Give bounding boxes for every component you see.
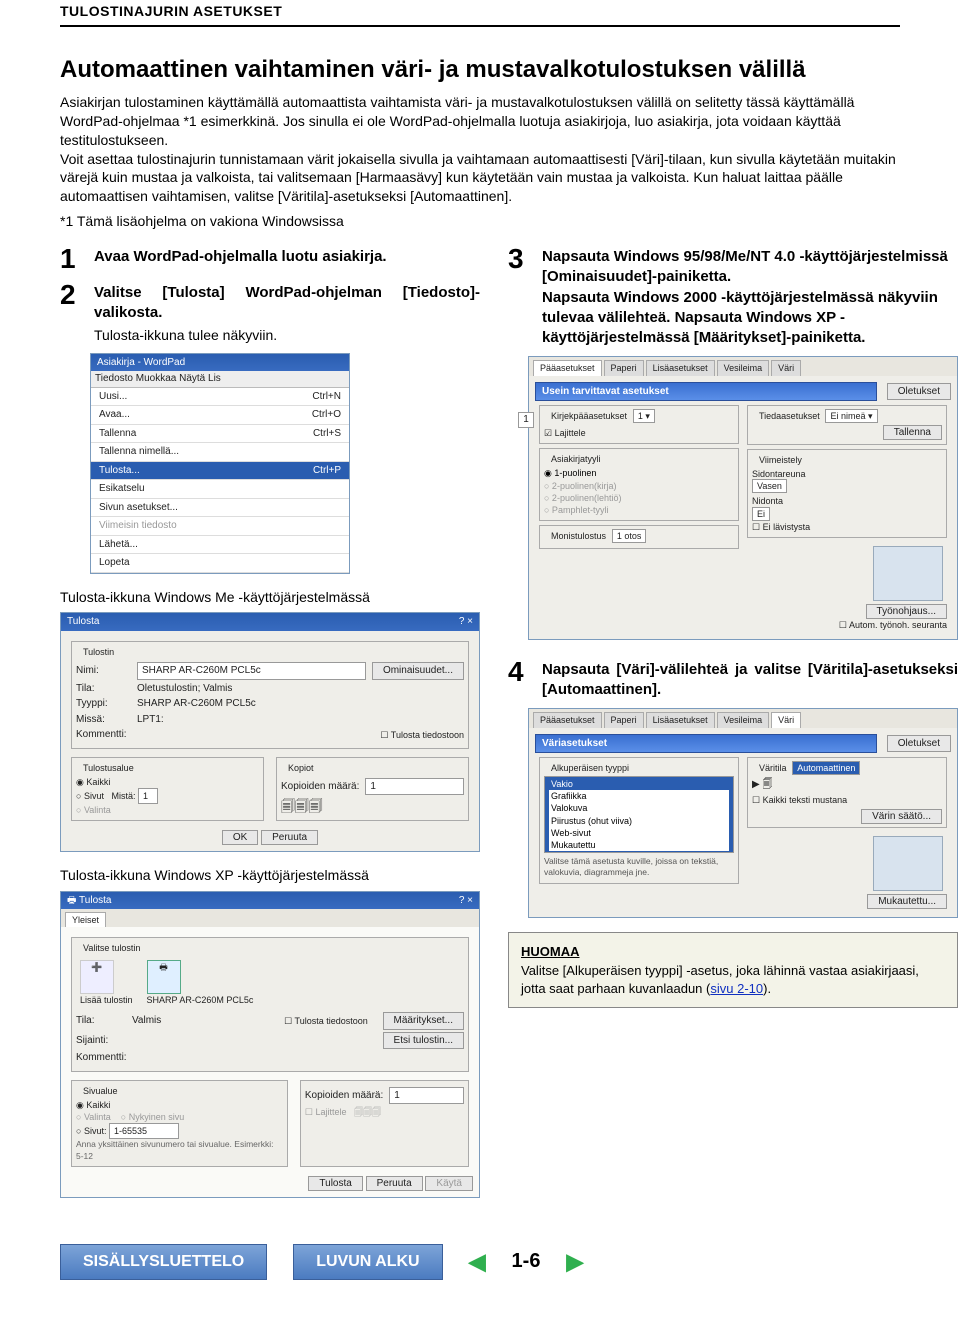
print-button[interactable]: Tulosta xyxy=(308,1176,362,1191)
apply-button[interactable]: Käytä xyxy=(425,1176,473,1191)
footnote: *1 Tämä lisäohjelma on vakiona Windowsis… xyxy=(60,212,900,231)
step-3-text: Napsauta Windows 95/98/Me/NT 4.0 -käyttö… xyxy=(542,247,958,348)
step-3: 3 Napsauta Windows 95/98/Me/NT 4.0 -käyt… xyxy=(508,245,958,348)
tab[interactable]: Lisäasetukset xyxy=(646,360,715,375)
step-number: 3 xyxy=(508,245,532,348)
page-number: 1-6 xyxy=(512,1248,541,1275)
bottom-nav: SISÄLLYSLUETTELO LUVUN ALKU ◀ 1-6 ▶ xyxy=(0,1240,960,1288)
copies-select[interactable]: 1 ▾ xyxy=(633,409,655,423)
dialog-title: 🖶 Tulosta? × xyxy=(61,892,479,910)
step-1-text: Avaa WordPad-ohjelmalla luotu asiakirja. xyxy=(94,247,480,267)
note-link[interactable]: sivu 2-10 xyxy=(710,981,763,996)
step-number: 4 xyxy=(508,658,532,701)
printer-properties-main: PääasetuksetPaperiLisäasetuksetVesileima… xyxy=(528,356,958,639)
tab[interactable]: Paperi xyxy=(604,360,644,375)
tab[interactable]: Pääasetukset xyxy=(533,360,602,375)
step-2-sub: Tulosta-ikkuna tulee näkyviin. xyxy=(94,326,480,345)
step-number: 1 xyxy=(60,245,84,273)
step-2-text: Valitse [Tulosta] WordPad-ohjelman [Tied… xyxy=(94,283,480,324)
menu-item[interactable]: Uusi...Ctrl+N xyxy=(91,388,349,407)
menu-item[interactable]: Esikatselu xyxy=(91,480,349,499)
properties-button[interactable]: Ominaisuudet... xyxy=(372,662,464,680)
profile-select[interactable]: Ei nimeä ▾ xyxy=(825,409,877,423)
color-adjust-button[interactable]: Värin säätö... xyxy=(861,809,942,824)
step-2: 2 Valitse [Tulosta] WordPad-ohjelman [Ti… xyxy=(60,281,480,344)
step-number: 2 xyxy=(60,281,84,344)
find-printer-button[interactable]: Etsi tulostin... xyxy=(383,1032,464,1050)
note-box: HUOMAA Valitse [Alkuperäisen tyyppi] -as… xyxy=(508,932,958,1009)
tab[interactable]: Paperi xyxy=(604,712,644,727)
defaults-button[interactable]: Oletukset xyxy=(887,383,951,401)
menu-item[interactable]: Lähetä... xyxy=(91,536,349,555)
intro-text: Asiakirjan tulostaminen käyttämällä auto… xyxy=(60,93,900,206)
tab[interactable]: Väri xyxy=(771,360,801,375)
wordpad-menu-screenshot: Asiakirja - WordPad Tiedosto Muokkaa Näy… xyxy=(90,353,350,574)
section-header: TULOSTINAJURIN ASETUKSET xyxy=(60,0,900,27)
left-column: 1 Avaa WordPad-ohjelmalla luotu asiakirj… xyxy=(60,245,480,1212)
prev-page-icon[interactable]: ◀ xyxy=(469,1247,486,1277)
color-mode-select[interactable]: Automaattinen xyxy=(792,761,860,775)
dialog-title: Tulosta? × xyxy=(61,613,479,631)
cancel-button[interactable]: Peruuta xyxy=(261,830,318,845)
tab[interactable]: Pääasetukset xyxy=(533,712,602,727)
print-dialog-xp: 🖶 Tulosta? × Yleiset Valitse tulostin ➕L… xyxy=(60,891,480,1198)
window-titlebar: Asiakirja - WordPad xyxy=(91,354,349,372)
menu-item[interactable]: Tallenna nimellä... xyxy=(91,443,349,462)
menu-item[interactable]: Viimeisin tiedosto xyxy=(91,517,349,536)
step-1: 1 Avaa WordPad-ohjelmalla luotu asiakirj… xyxy=(60,245,480,273)
note-title: HUOMAA xyxy=(521,943,945,961)
menu-item[interactable]: Sivun asetukset... xyxy=(91,499,349,518)
right-column: 3 Napsauta Windows 95/98/Me/NT 4.0 -käyt… xyxy=(508,245,958,1212)
settings-button[interactable]: Määritykset... xyxy=(383,1012,464,1030)
tab[interactable]: Vesileima xyxy=(717,712,770,727)
custom-button[interactable]: Mukautettu... xyxy=(867,894,947,909)
defaults-button[interactable]: Oletukset xyxy=(887,735,951,753)
tab[interactable]: Vesileima xyxy=(717,360,770,375)
tab[interactable]: Lisäasetukset xyxy=(646,712,715,727)
menu-item[interactable]: Tulosta...Ctrl+P xyxy=(91,462,349,481)
tab[interactable]: Väri xyxy=(771,712,801,727)
step-4-text: Napsauta [Väri]-välilehteä ja valitse [V… xyxy=(542,660,958,701)
multi-select[interactable]: 1 otos xyxy=(612,529,647,543)
menu-item[interactable]: Avaa...Ctrl+O xyxy=(91,406,349,425)
caption-xp: Tulosta-ikkuna Windows XP -käyttöjärjest… xyxy=(60,866,480,885)
next-page-icon[interactable]: ▶ xyxy=(566,1247,583,1277)
menubar: Tiedosto Muokkaa Näytä Lis xyxy=(91,371,349,388)
page-title: Automaattinen vaihtaminen väri- ja musta… xyxy=(60,55,900,85)
ok-button[interactable]: OK xyxy=(222,830,258,845)
cancel-button[interactable]: Peruuta xyxy=(366,1176,423,1191)
print-dialog-me: Tulosta? × Tulostin Nimi:SHARP AR-C260M … xyxy=(60,612,480,851)
step-4: 4 Napsauta [Väri]-välilehteä ja valitse … xyxy=(508,658,958,701)
toc-button[interactable]: SISÄLLYSLUETTELO xyxy=(60,1244,267,1280)
printer-name-field[interactable]: SHARP AR-C260M PCL5c xyxy=(137,662,366,680)
printer-properties-color: PääasetuksetPaperiLisäasetuksetVesileima… xyxy=(528,708,958,917)
chapter-start-button[interactable]: LUVUN ALKU xyxy=(293,1244,442,1280)
menu-item[interactable]: TallennaCtrl+S xyxy=(91,425,349,444)
type-list[interactable]: VakioGrafiikkaValokuvaPiirustus (ohut vi… xyxy=(544,776,734,853)
caption-me: Tulosta-ikkuna Windows Me -käyttöjärjest… xyxy=(60,588,480,607)
job-control-button[interactable]: Työnohjaus... xyxy=(866,604,947,619)
menu-item[interactable]: Lopeta xyxy=(91,554,349,573)
